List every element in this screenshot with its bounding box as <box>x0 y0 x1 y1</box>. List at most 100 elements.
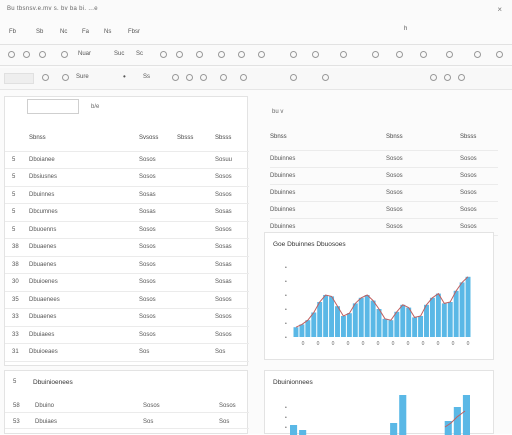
circle-icon[interactable] <box>430 74 437 81</box>
circle-icon[interactable] <box>322 74 329 81</box>
left-data-table: Sbnss Svsoss Sbsss Sbsss 5 Dboianee Sosos S… <box>5 127 249 362</box>
window-title: Bu tbsnsv.e.mv s. bv ba bi. ...e <box>7 6 98 12</box>
circle-icon[interactable] <box>420 51 427 58</box>
circle-icon[interactable] <box>61 51 68 58</box>
circle-icon[interactable] <box>8 51 15 58</box>
chart-bar <box>358 297 364 337</box>
chart-bar <box>447 302 453 337</box>
table-row[interactable]: Dbuinnes Sosos Sosos <box>270 167 498 185</box>
circle-icon[interactable] <box>160 51 167 58</box>
row-name: Dbcumnes <box>27 203 137 222</box>
circle-icon[interactable] <box>200 74 207 81</box>
y-tick-label: • <box>285 293 287 299</box>
circle-icon[interactable] <box>220 74 227 81</box>
circle-icon[interactable] <box>186 74 193 81</box>
table-row[interactable]: 5 Dbsiusnes Sosos Sosos <box>5 168 249 187</box>
toolbar2-label-a[interactable]: Sure <box>76 74 89 80</box>
circle-icon[interactable] <box>42 74 49 81</box>
row-value: Sosas <box>137 186 175 204</box>
chart-bar <box>429 297 435 337</box>
table-row[interactable]: 5 Dbuoenns Sosos Sosos <box>5 221 249 239</box>
circle-icon[interactable] <box>340 51 347 58</box>
table-row[interactable]: 58 Dbuino Sosos Sosos <box>5 399 249 413</box>
circle-icon[interactable] <box>290 51 297 58</box>
row-number: 38 <box>5 256 27 274</box>
circle-icon[interactable] <box>290 74 297 81</box>
circle-icon[interactable] <box>312 51 319 58</box>
circle-icon[interactable] <box>458 74 465 81</box>
table-row[interactable]: 35 Dbuaenees Sosos Sosos <box>5 291 249 309</box>
table-row[interactable]: 5 Dbcumnes Sosas Sosas <box>5 203 249 222</box>
column-header[interactable]: Sbnss <box>27 127 137 152</box>
left-table-panel: b/e Sbnss Svsoss Sbsss Sbsss 5 Dboianee So… <box>4 96 249 366</box>
circle-icon[interactable] <box>446 51 453 58</box>
view-button[interactable] <box>4 73 34 84</box>
table-row[interactable]: 31 Dbuioeaes Sos Sos <box>5 343 249 362</box>
row-value: Sos <box>143 419 154 425</box>
menu-item-edit[interactable]: Sb <box>36 29 43 35</box>
table-row[interactable]: 5 Dboianee Sosos Sosuu <box>5 151 249 169</box>
refresh-icon[interactable] <box>23 51 30 58</box>
refresh-icon[interactable] <box>62 74 69 81</box>
circle-icon[interactable] <box>196 51 203 58</box>
chart-bar <box>352 303 358 337</box>
column-header[interactable]: Sbsss <box>213 127 249 152</box>
row-name: Dbuinnes <box>270 184 386 202</box>
table-row[interactable]: 38 Dbuaenes Sosos Sosas <box>5 238 249 257</box>
column-header[interactable] <box>5 127 27 152</box>
circle-icon[interactable] <box>176 51 183 58</box>
table-row[interactable]: 53 Dbuiaes Sos Sos <box>5 415 249 429</box>
table-row[interactable]: 5 Dbuinnes Sosas Sosos <box>5 186 249 204</box>
toolbar-item-b[interactable]: Suc <box>114 51 124 57</box>
x-tick-label: 0 <box>437 341 440 347</box>
circle-icon[interactable] <box>396 51 403 58</box>
table-row[interactable]: Dbuinnes Sosos Sosos <box>270 201 498 219</box>
row-value <box>175 151 213 169</box>
toolbar-item-a[interactable]: Nuar <box>78 51 91 57</box>
filter-input[interactable] <box>27 99 79 114</box>
row-number: 5 <box>5 186 27 204</box>
close-icon[interactable]: × <box>497 5 502 14</box>
table-row[interactable]: 33 Dbuaenes Sosos Sosos <box>5 308 249 327</box>
circle-icon[interactable] <box>496 51 503 58</box>
table-row[interactable]: 38 Dbuaenes Sosos Sosas <box>5 256 249 274</box>
circle-icon[interactable] <box>474 51 481 58</box>
menu-item-format[interactable]: Fa <box>82 29 89 35</box>
column-header[interactable]: Svsoss <box>137 127 175 152</box>
row-value <box>175 256 213 274</box>
panel-header: bu v <box>272 109 284 115</box>
menu-item-tools[interactable]: Ns <box>104 29 111 35</box>
toolbar2-label-b[interactable]: Ss <box>143 74 150 80</box>
table-row[interactable]: 30 Dbuioenes Sosos Sosas <box>5 273 249 292</box>
table-header-row: Sbnss Sbnss Sbsss <box>270 126 498 151</box>
row-number: 38 <box>5 238 27 257</box>
row-value: Sosos <box>386 201 460 219</box>
circle-icon[interactable] <box>172 74 179 81</box>
y-tick-label: • <box>285 415 287 421</box>
column-header[interactable]: Sbnss <box>270 126 386 151</box>
column-header[interactable]: Sbsss <box>175 127 213 152</box>
row-number: 5 <box>5 151 27 169</box>
circle-icon[interactable] <box>372 51 379 58</box>
toolbar2-dot: • <box>123 72 126 81</box>
circle-icon[interactable] <box>238 51 245 58</box>
table-row[interactable]: 33 Dbuiaees Sosos Sosos <box>5 326 249 344</box>
circle-icon[interactable] <box>258 51 265 58</box>
row-value <box>175 273 213 292</box>
menu-bar: Fb Sb Nc Fa Ns Fbsr h <box>0 26 512 40</box>
menu-item-help[interactable]: Fbsr <box>128 29 140 35</box>
circle-icon[interactable] <box>444 74 451 81</box>
table-row[interactable]: Dbuinnes Sosos Sosos <box>270 184 498 202</box>
row-name: Dbuaenees <box>27 291 137 309</box>
chart-bar <box>299 324 305 337</box>
column-header[interactable]: Sbsss <box>460 126 498 151</box>
circle-icon[interactable] <box>39 51 46 58</box>
menu-item-view[interactable]: Nc <box>60 29 67 35</box>
chart-bar <box>299 430 307 435</box>
column-header[interactable]: Sbnss <box>386 126 460 151</box>
menu-item-file[interactable]: Fb <box>9 29 16 35</box>
circle-icon[interactable] <box>218 51 225 58</box>
toolbar-item-c[interactable]: Sc <box>136 51 143 57</box>
table-row[interactable]: Dbuinnes Sosos Sosos <box>270 150 498 168</box>
circle-icon[interactable] <box>240 74 247 81</box>
